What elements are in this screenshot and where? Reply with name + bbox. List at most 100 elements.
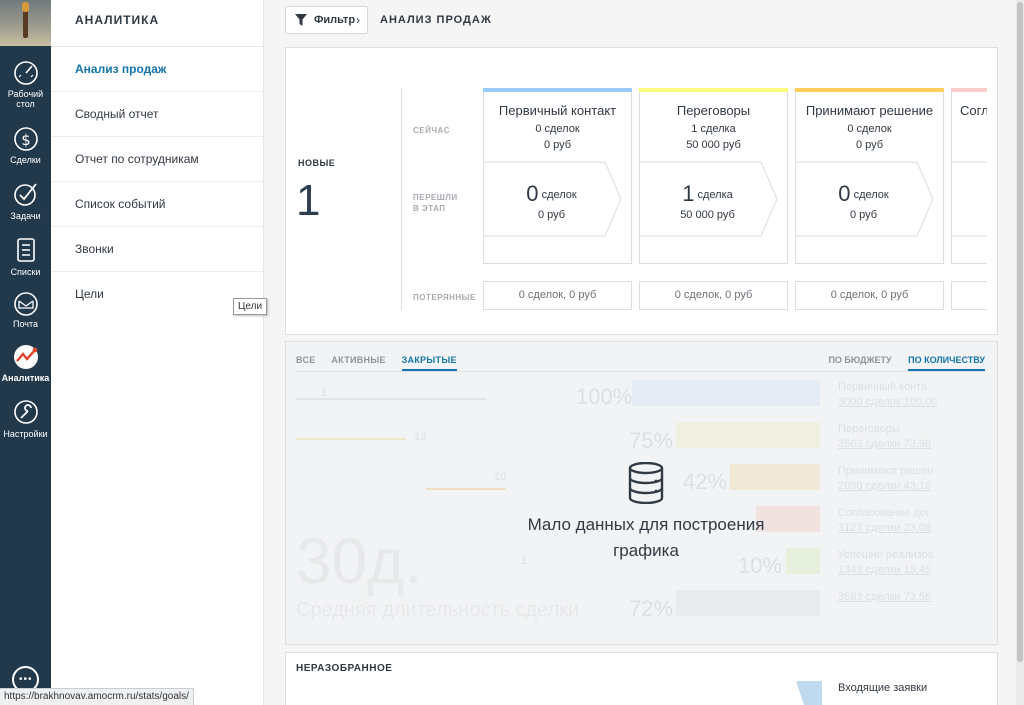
stage-moved-count: 0 сделок xyxy=(526,181,577,206)
stage-name: Согл xyxy=(960,103,987,118)
ghost-row-name: Переговоры xyxy=(838,423,901,435)
deals-icon: $ xyxy=(13,127,38,151)
rail-label: Настройки xyxy=(3,429,48,439)
new-count[interactable]: 1 xyxy=(296,176,320,226)
row-label-moved: ПЕРЕШЛИ В ЭТАП xyxy=(413,193,458,213)
stage-now-deals: 1 сделка xyxy=(691,123,736,135)
ghost-bar xyxy=(676,590,820,616)
ghost-row-stat: 3563 сделки 73,98 xyxy=(838,438,932,450)
rail-item-dashboard[interactable]: Рабочий стол xyxy=(0,60,51,109)
stage-card[interactable]: Первичный контакт 0 сделок 0 руб 0 сдело… xyxy=(483,88,632,264)
empty-message-line2: графика xyxy=(613,541,679,560)
incoming-requests-label[interactable]: Входящие заявки xyxy=(838,682,927,694)
analytics-icon xyxy=(13,345,38,369)
ghost-row-name: Успешно реализов xyxy=(838,549,934,561)
ghost-row-name: Принимают решен xyxy=(838,465,934,477)
stage-lost[interactable]: 0 сделок, 0 руб xyxy=(639,281,788,310)
ghost-bar xyxy=(676,422,820,448)
rail-label: Сделки xyxy=(10,155,41,165)
stage-card[interactable]: Согл xyxy=(951,88,987,264)
menu-item-calls[interactable]: Звонки xyxy=(51,227,263,272)
menu-item-events-list[interactable]: Список событий xyxy=(51,182,263,227)
stage-moved-sum: 0 руб xyxy=(537,209,566,221)
pipeline-panel: НОВЫЕ 1 СЕЙЧАС ПЕРЕШЛИ В ЭТАП ПОТЕРЯННЫЕ… xyxy=(285,47,998,335)
menu-item-goals[interactable]: Цели xyxy=(51,272,263,317)
ghost-mark: 13 xyxy=(414,431,427,443)
menu-item-summary-report[interactable]: Сводный отчет xyxy=(51,92,263,137)
scrollbar-thumb[interactable] xyxy=(1017,2,1023,662)
stage-color-bar xyxy=(795,88,944,92)
filter-label: Фильтр xyxy=(314,14,356,26)
empty-state: Мало данных для построения графика xyxy=(486,462,806,564)
ghost-pct: 72% xyxy=(629,596,674,621)
tab-active[interactable]: АКТИВНЫЕ xyxy=(331,355,385,369)
stage-color-bar xyxy=(483,88,632,92)
ghost-row-stat: 2030 сделки 43,16 xyxy=(838,480,932,492)
status-bar-url: https://brakhnovav.amocrm.ru/stats/goals… xyxy=(0,688,194,705)
incoming-chart-slice xyxy=(796,681,822,705)
stage-name: Принимают решение xyxy=(805,103,934,118)
stage-name: Первичный контакт xyxy=(498,103,617,118)
stage-lost[interactable]: 0 сделок, 0 руб xyxy=(795,281,944,310)
rail-label: Задачи xyxy=(10,211,41,221)
stage-now-sum: 0 руб xyxy=(855,139,884,151)
stage-color-bar xyxy=(951,88,987,92)
goals-tooltip: Цели xyxy=(233,298,268,315)
stage-moved-count: 0 сделок xyxy=(838,181,889,206)
stage-moved-sum: 50 000 руб xyxy=(680,209,735,221)
ghost-line xyxy=(296,438,406,440)
stage-moved-count: 1 сделка xyxy=(682,181,733,206)
rail-item-settings[interactable]: Настройки xyxy=(0,398,51,439)
ghost-mark: 1 xyxy=(321,387,328,399)
ghost-row-stat: 3123 сделки 23,08 xyxy=(838,522,932,534)
tab-closed[interactable]: ЗАКРЫТЫЕ xyxy=(401,355,457,371)
ghost-pct: 100% xyxy=(576,384,633,409)
funnel-icon xyxy=(295,14,307,26)
tab-by-count[interactable]: ПО КОЛИЧЕСТВУ xyxy=(908,355,985,371)
rail-item-mail[interactable]: Почта xyxy=(0,292,51,329)
rail-label: Аналитика xyxy=(1,373,50,383)
unsorted-panel: НЕРАЗОБРАННОЕ Входящие заявки xyxy=(285,652,998,705)
svg-text:$: $ xyxy=(21,131,31,149)
analytics-menu: АНАЛИТИКА Анализ продаж Сводный отчет От… xyxy=(51,0,264,705)
lists-icon xyxy=(16,238,35,262)
stages-strip: Первичный контакт 0 сделок 0 руб 0 сдело… xyxy=(483,88,987,313)
settings-icon xyxy=(13,400,38,424)
row-label-now: СЕЙЧАС xyxy=(413,126,450,135)
stage-lost[interactable]: 0 сделок, 0 руб xyxy=(483,281,632,310)
stage-now-deals: 0 сделок xyxy=(535,123,580,135)
stage-name: Переговоры xyxy=(676,103,751,118)
mail-icon xyxy=(13,292,38,316)
stage-moved-sum: 0 руб xyxy=(849,209,878,221)
new-label: НОВЫЕ xyxy=(298,158,336,168)
rail-item-analytics[interactable]: Аналитика xyxy=(0,344,51,383)
stage-lost[interactable] xyxy=(951,281,987,310)
tab-all[interactable]: ВСЕ xyxy=(296,355,316,369)
ghost-row-stat: 3683 сделки 73,56 xyxy=(838,591,932,603)
main-area: Фильтр › АНАЛИЗ ПРОДАЖ НОВЫЕ 1 СЕЙЧАС ПЕ… xyxy=(265,0,1015,705)
ghost-row-stat: 1343 сделки 13,45 xyxy=(838,564,932,576)
page-title: АНАЛИЗ ПРОДАЖ xyxy=(380,14,492,26)
divider xyxy=(401,88,402,310)
avg-days-label: Средняя длительность сделки xyxy=(296,599,580,621)
database-icon xyxy=(628,462,664,504)
ghost-bar xyxy=(632,380,820,406)
rail-item-deals[interactable]: $ Сделки xyxy=(0,124,51,165)
ghost-row-name: Согласование дог xyxy=(838,507,930,519)
tab-by-budget[interactable]: ПО БЮДЖЕТУ xyxy=(828,355,891,369)
mode-tabs: ПО БЮДЖЕТУ ПО КОЛИЧЕСТВУ xyxy=(814,355,985,371)
empty-message-line1: Мало данных для построения xyxy=(527,515,765,534)
stage-now-sum: 50 000 руб xyxy=(686,139,741,151)
rail-item-tasks[interactable]: Задачи xyxy=(0,180,51,221)
rail-item-lists[interactable]: Списки xyxy=(0,236,51,277)
avatar[interactable] xyxy=(0,0,51,46)
status-tabs: ВСЕ АКТИВНЫЕ ЗАКРЫТЫЕ xyxy=(296,355,470,371)
tasks-icon xyxy=(13,183,37,206)
avg-days-value: 30д. xyxy=(296,525,423,597)
stage-card[interactable]: Переговоры 1 сделка 50 000 руб 1 сделка … xyxy=(639,88,788,264)
unsorted-title: НЕРАЗОБРАННОЕ xyxy=(296,663,393,674)
stage-card[interactable]: Принимают решение 0 сделок 0 руб 0 сдело… xyxy=(795,88,944,264)
menu-item-sales-analysis[interactable]: Анализ продаж xyxy=(51,47,263,92)
filter-button[interactable]: Фильтр › xyxy=(285,6,368,34)
menu-item-employee-report[interactable]: Отчет по сотрудникам xyxy=(51,137,263,182)
